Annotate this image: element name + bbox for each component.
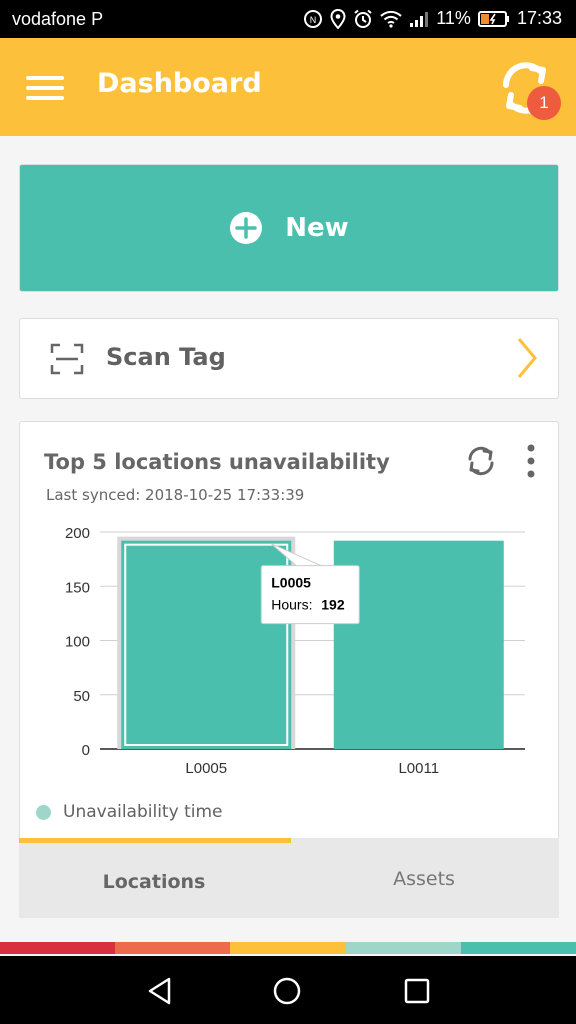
hamburger-menu-icon[interactable] — [26, 76, 64, 100]
scan-tag-label: Scan Tag — [106, 343, 226, 371]
y-tick-label: 200 — [65, 525, 90, 542]
back-icon[interactable] — [145, 976, 175, 1006]
new-button[interactable]: New — [19, 164, 559, 292]
x-tick-label: L0005 — [185, 760, 227, 777]
chart-card: Top 5 locations unavailability Last sync… — [19, 421, 559, 841]
system-nav-bar — [0, 956, 576, 1024]
chevron-right-icon — [517, 338, 537, 378]
tab-assets[interactable]: Assets — [289, 838, 559, 918]
y-tick-label: 50 — [73, 688, 90, 705]
tab-bar: Locations Assets — [19, 838, 559, 918]
stripe-segment — [115, 942, 231, 954]
notification-badge[interactable]: 1 — [527, 86, 561, 120]
nfc-icon: N — [304, 9, 323, 28]
x-tick-label: L0011 — [398, 760, 439, 777]
alarm-icon — [354, 9, 372, 28]
battery-percent: 11% — [436, 8, 471, 28]
scan-frame-icon — [50, 343, 84, 375]
y-tick-label: 100 — [65, 634, 90, 651]
legend-label: Unavailability time — [63, 802, 223, 822]
stripe-segment — [230, 942, 346, 954]
bar-chart: 0 50 100 150 200 L0005 L0011 L0005 Hours: 192 — [65, 525, 525, 777]
new-button-label: New — [285, 213, 349, 243]
y-tick-label: 0 — [82, 742, 90, 759]
svg-text:N: N — [310, 15, 317, 25]
stripe-segment — [0, 942, 116, 954]
page-title: Dashboard — [97, 68, 262, 99]
wifi-icon — [380, 10, 402, 28]
clock: 17:33 — [516, 8, 562, 28]
signal-icon — [410, 11, 429, 27]
stripe-segment — [345, 942, 461, 954]
home-icon[interactable] — [272, 976, 302, 1006]
y-tick-label: 150 — [65, 579, 90, 596]
tab-locations[interactable]: Locations — [19, 838, 289, 918]
stripe-segment — [460, 942, 576, 954]
location-icon — [330, 8, 346, 29]
legend-swatch — [36, 804, 51, 820]
tooltip-label: Hours: — [271, 597, 312, 613]
tooltip-value: 192 — [321, 597, 345, 613]
recent-apps-icon[interactable] — [402, 976, 432, 1006]
chart-legend: Unavailability time — [36, 802, 222, 822]
plus-circle-icon — [230, 212, 263, 244]
scan-tag-button[interactable]: Scan Tag — [19, 318, 559, 399]
brand-color-stripe — [0, 942, 576, 954]
status-bar: vodafone P N 11% 17:33 — [0, 0, 576, 38]
app-bar: Dashboard 1 — [0, 38, 576, 136]
battery-icon — [477, 10, 509, 27]
tooltip-category: L0005 — [271, 575, 311, 591]
carrier-name: vodafone P — [12, 9, 104, 29]
